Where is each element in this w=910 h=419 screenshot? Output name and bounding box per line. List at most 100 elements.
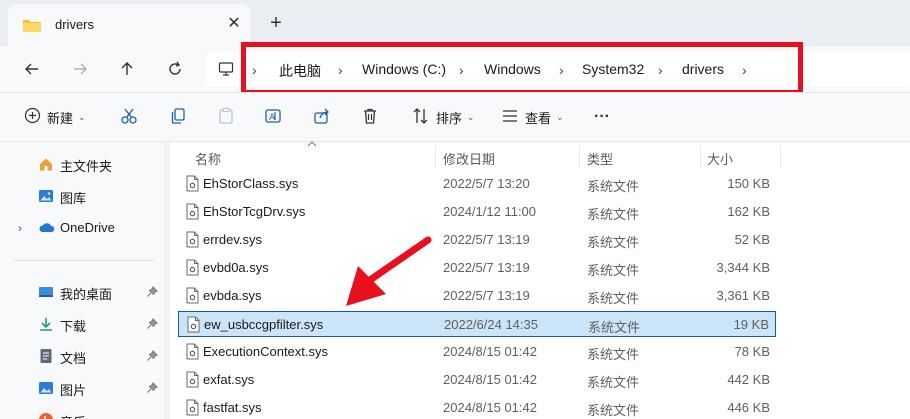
copy-button[interactable]	[169, 105, 187, 129]
table-row[interactable]: evbda.sys 2022/5/7 13:19 系统文件 3,361 KB	[178, 283, 776, 309]
share-button[interactable]	[313, 105, 331, 129]
sidebar-item-gallery[interactable]: 图库	[0, 184, 164, 208]
system-file-icon	[186, 343, 199, 363]
file-name: evbd0a.sys	[203, 260, 269, 275]
file-type: 系统文件	[588, 320, 641, 335]
chevron-down-icon: ⌄	[467, 111, 475, 122]
sort-icon	[412, 107, 430, 128]
pin-icon[interactable]	[146, 350, 158, 365]
view-label: 查看	[525, 110, 552, 126]
table-row[interactable]: EhStorClass.sys 2022/5/7 13:20 系统文件 150 …	[178, 171, 776, 197]
column-type[interactable]: 类型	[587, 149, 613, 168]
close-icon[interactable]: ✕	[225, 15, 243, 33]
navigation-pane: 主文件夹 图库 › OneDrive 我的桌面 下载 文档 图片	[0, 142, 164, 419]
red-arrow-annotation	[346, 236, 432, 306]
system-file-icon	[186, 175, 199, 195]
column-size[interactable]: 大小	[707, 149, 733, 168]
music-icon	[38, 412, 54, 419]
sort-button[interactable]: 排序 ⌄	[412, 105, 475, 129]
sidebar-item-documents[interactable]: 文档	[0, 344, 164, 368]
divider	[14, 260, 154, 261]
pin-icon[interactable]	[146, 318, 158, 333]
cut-button[interactable]	[120, 105, 138, 129]
system-file-icon	[187, 316, 200, 336]
table-row[interactable]: exfat.sys 2024/8/15 01:42 系统文件 442 KB	[178, 367, 776, 393]
new-button[interactable]: 新建 ⌄	[24, 105, 86, 129]
file-name: ew_usbccgpfilter.sys	[204, 317, 324, 332]
new-label: 新建	[47, 110, 74, 126]
view-button[interactable]: 查看 ⌄	[501, 105, 564, 129]
rename-icon: A	[264, 107, 282, 128]
column-header: 名称 修改日期 类型 大小	[170, 140, 910, 170]
copy-icon	[169, 107, 187, 128]
column-divider[interactable]	[579, 146, 580, 168]
file-type: 系统文件	[587, 403, 640, 418]
table-row[interactable]: errdev.sys 2022/5/7 13:19 系统文件 52 KB	[178, 227, 776, 253]
pin-icon[interactable]	[146, 286, 158, 301]
new-tab-button[interactable]: +	[265, 12, 287, 34]
file-size: 52 KB	[734, 232, 770, 247]
gallery-icon	[38, 188, 54, 204]
cloud-icon	[38, 220, 55, 236]
file-size: 3,361 KB	[716, 288, 771, 303]
trash-icon	[361, 107, 379, 128]
system-file-icon	[186, 231, 199, 251]
table-row[interactable]: fastfat.sys 2024/8/15 01:42 系统文件 446 KB	[178, 395, 776, 419]
file-date: 2022/5/7 13:20	[443, 176, 530, 191]
document-icon	[38, 348, 54, 364]
sidebar-item-label: 图片	[60, 383, 87, 398]
delete-button[interactable]	[361, 105, 379, 129]
file-date: 2022/5/7 13:19	[443, 260, 530, 275]
file-size: 19 KB	[733, 317, 769, 332]
column-divider[interactable]	[435, 146, 436, 168]
clipboard-icon	[217, 107, 235, 128]
sidebar-item-downloads[interactable]: 下载	[0, 312, 164, 336]
table-row[interactable]: EhStorTcgDrv.sys 2024/1/12 11:00 系统文件 16…	[178, 199, 776, 225]
arrow-right-icon[interactable]	[65, 54, 95, 84]
table-row[interactable]: evbd0a.sys 2022/5/7 13:19 系统文件 3,344 KB	[178, 255, 776, 281]
column-date[interactable]: 修改日期	[443, 149, 495, 168]
rename-button[interactable]: A	[264, 105, 282, 129]
file-name: ExecutionContext.sys	[203, 344, 329, 359]
arrow-left-icon[interactable]	[17, 54, 47, 84]
computer-icon[interactable]	[218, 61, 234, 80]
file-date: 2024/8/15 01:42	[443, 400, 537, 415]
column-name[interactable]: 名称	[195, 149, 221, 168]
file-size: 150 KB	[727, 176, 770, 191]
sidebar-item-label: 文档	[60, 351, 87, 366]
file-name: fastfat.sys	[203, 400, 262, 415]
table-row-selected[interactable]: ew_usbccgpfilter.sys 2022/6/24 14:35 系统文…	[178, 311, 776, 337]
pin-icon[interactable]	[146, 382, 158, 397]
sidebar-item-pictures[interactable]: 图片	[0, 376, 164, 400]
file-name: EhStorTcgDrv.sys	[203, 204, 306, 219]
paste-button[interactable]	[217, 105, 235, 129]
file-name: EhStorClass.sys	[203, 176, 299, 191]
sort-ascending-icon	[307, 140, 317, 151]
file-name: errdev.sys	[203, 232, 262, 247]
file-type: 系统文件	[587, 347, 640, 362]
more-button[interactable]: ···	[594, 105, 610, 129]
pictures-icon	[38, 380, 54, 396]
file-size: 162 KB	[727, 204, 770, 219]
file-date: 2022/6/24 14:35	[444, 317, 538, 332]
column-divider[interactable]	[700, 146, 701, 168]
column-divider[interactable]	[780, 146, 781, 168]
chevron-right-icon[interactable]: ›	[18, 221, 22, 235]
file-type: 系统文件	[587, 263, 640, 278]
sidebar-item-home[interactable]: 主文件夹	[0, 152, 164, 176]
sidebar-item-label: 主文件夹	[60, 159, 113, 174]
file-type: 系统文件	[587, 291, 640, 306]
folder-icon	[22, 17, 42, 36]
file-type: 系统文件	[587, 207, 640, 222]
arrow-up-icon[interactable]	[112, 54, 142, 84]
tab-drivers[interactable]: drivers ✕	[8, 4, 250, 46]
sidebar-item-label: OneDrive	[60, 220, 115, 235]
sidebar-item-desktop[interactable]: 我的桌面	[0, 280, 164, 304]
table-row[interactable]: ExecutionContext.sys 2024/8/15 01:42 系统文…	[178, 339, 776, 365]
system-file-icon	[186, 203, 199, 223]
sidebar-item-music[interactable]: 音乐	[0, 408, 164, 419]
file-list: 名称 修改日期 类型 大小 EhStorClass.sys 2022/5/7 1…	[170, 140, 910, 419]
sidebar-item-onedrive[interactable]: › OneDrive	[0, 216, 164, 240]
highlight-box	[241, 42, 803, 95]
refresh-icon[interactable]	[160, 54, 190, 84]
